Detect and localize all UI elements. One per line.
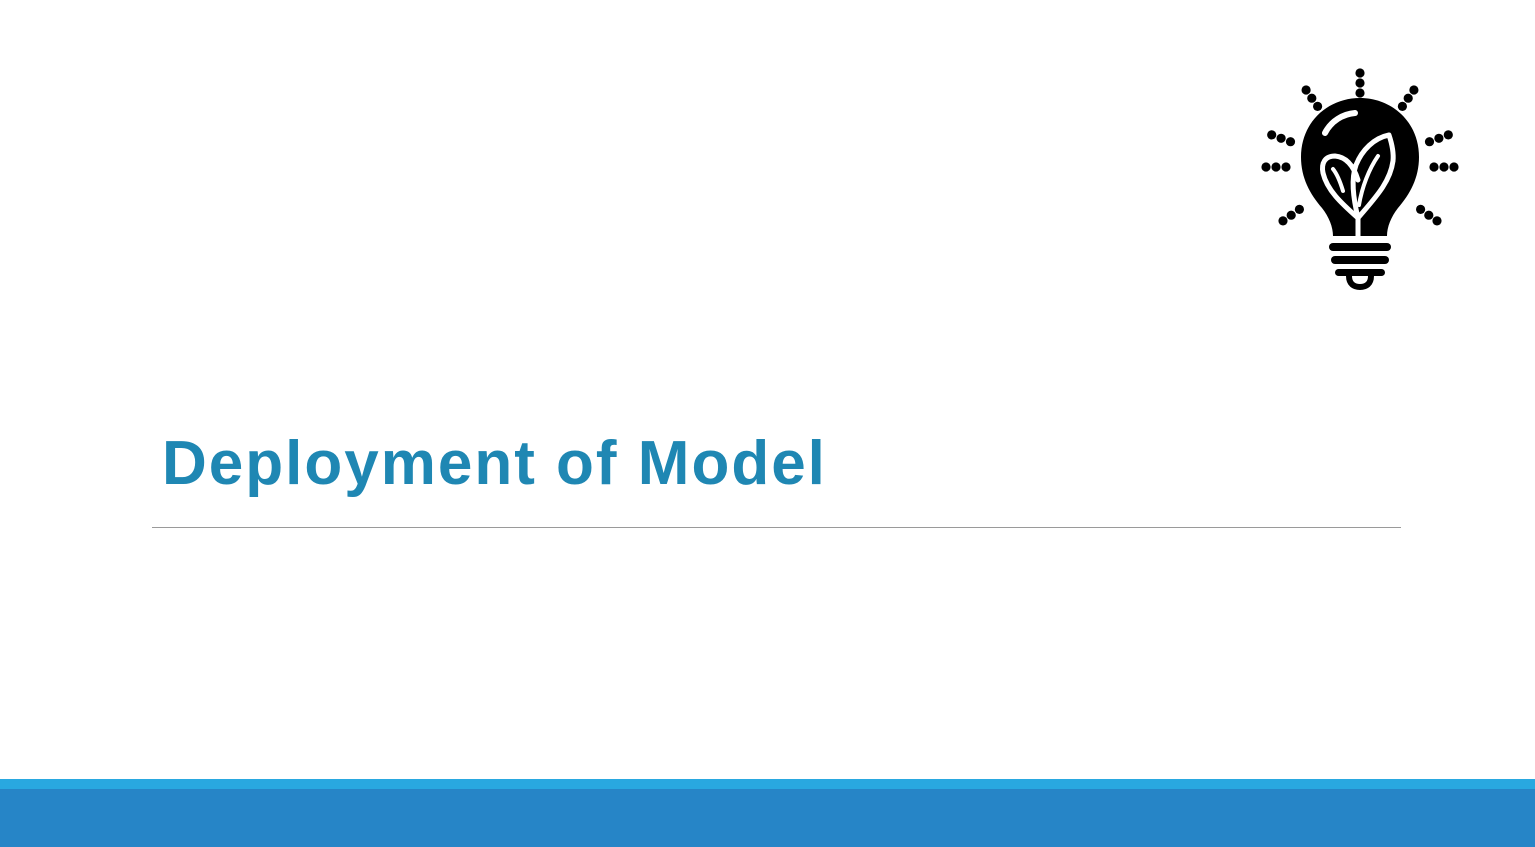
lightbulb-leaf-icon bbox=[1261, 68, 1459, 290]
footer-band-light bbox=[0, 779, 1535, 789]
footer-band-dark bbox=[0, 789, 1535, 847]
title-divider bbox=[152, 527, 1401, 528]
slide-title: Deployment of Model bbox=[162, 429, 827, 498]
slide: Deployment of Model bbox=[0, 0, 1535, 847]
